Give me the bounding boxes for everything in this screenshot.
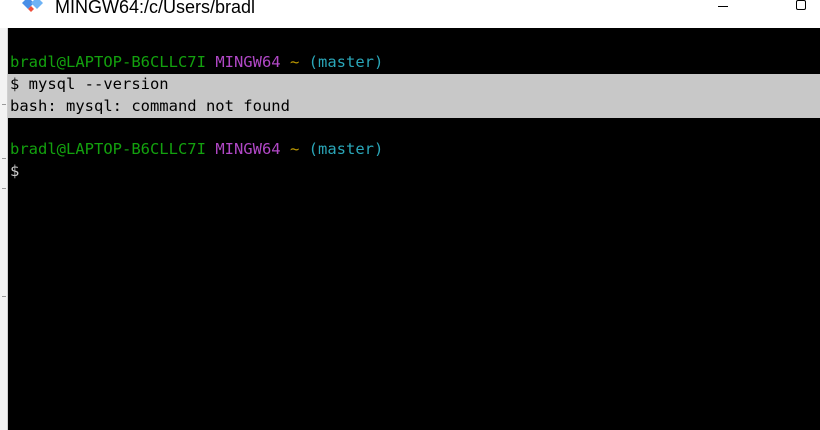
prompt-system: MINGW64: [215, 140, 281, 158]
title-bar[interactable]: MINGW64:/c/Users/bradl: [0, 0, 820, 28]
edge-mark: [2, 104, 6, 105]
prompt-system: MINGW64: [215, 53, 281, 71]
prompt-path: ~: [289, 53, 300, 71]
edge-mark: [2, 296, 6, 297]
edge-mark: [2, 158, 6, 159]
prompt-user-host: bradl@LAPTOP-B6CLLC7I: [10, 140, 206, 158]
maximize-icon: [796, 0, 806, 10]
screen: MINGW64:/c/Users/bradl bradl@LAPTOP-B6CL…: [0, 0, 820, 430]
prompt-line: bradl@LAPTOP-B6CLLC7I MINGW64 ~ (master): [10, 139, 383, 160]
git-diamond-icon: [22, 0, 43, 12]
error-line: bash: mysql: command not found: [10, 97, 290, 115]
minimize-icon: [718, 6, 728, 7]
prompt-branch: (master): [308, 53, 384, 71]
prompt-branch: (master): [308, 140, 384, 158]
terminal-output[interactable]: bradl@LAPTOP-B6CLLC7I MINGW64 ~ (master)…: [8, 28, 820, 430]
prompt-line: bradl@LAPTOP-B6CLLC7I MINGW64 ~ (master): [10, 52, 383, 73]
background-window-edge: [0, 28, 8, 430]
maximize-button[interactable]: [770, 0, 816, 20]
minimize-button[interactable]: [700, 0, 746, 20]
command-line: $ mysql --version: [10, 75, 169, 93]
prompt-user-host: bradl@LAPTOP-B6CLLC7I: [10, 53, 206, 71]
edge-mark: [2, 188, 6, 189]
prompt-path: ~: [289, 140, 300, 158]
window-title: MINGW64:/c/Users/bradl: [55, 0, 256, 17]
input-prompt[interactable]: $: [10, 161, 19, 182]
